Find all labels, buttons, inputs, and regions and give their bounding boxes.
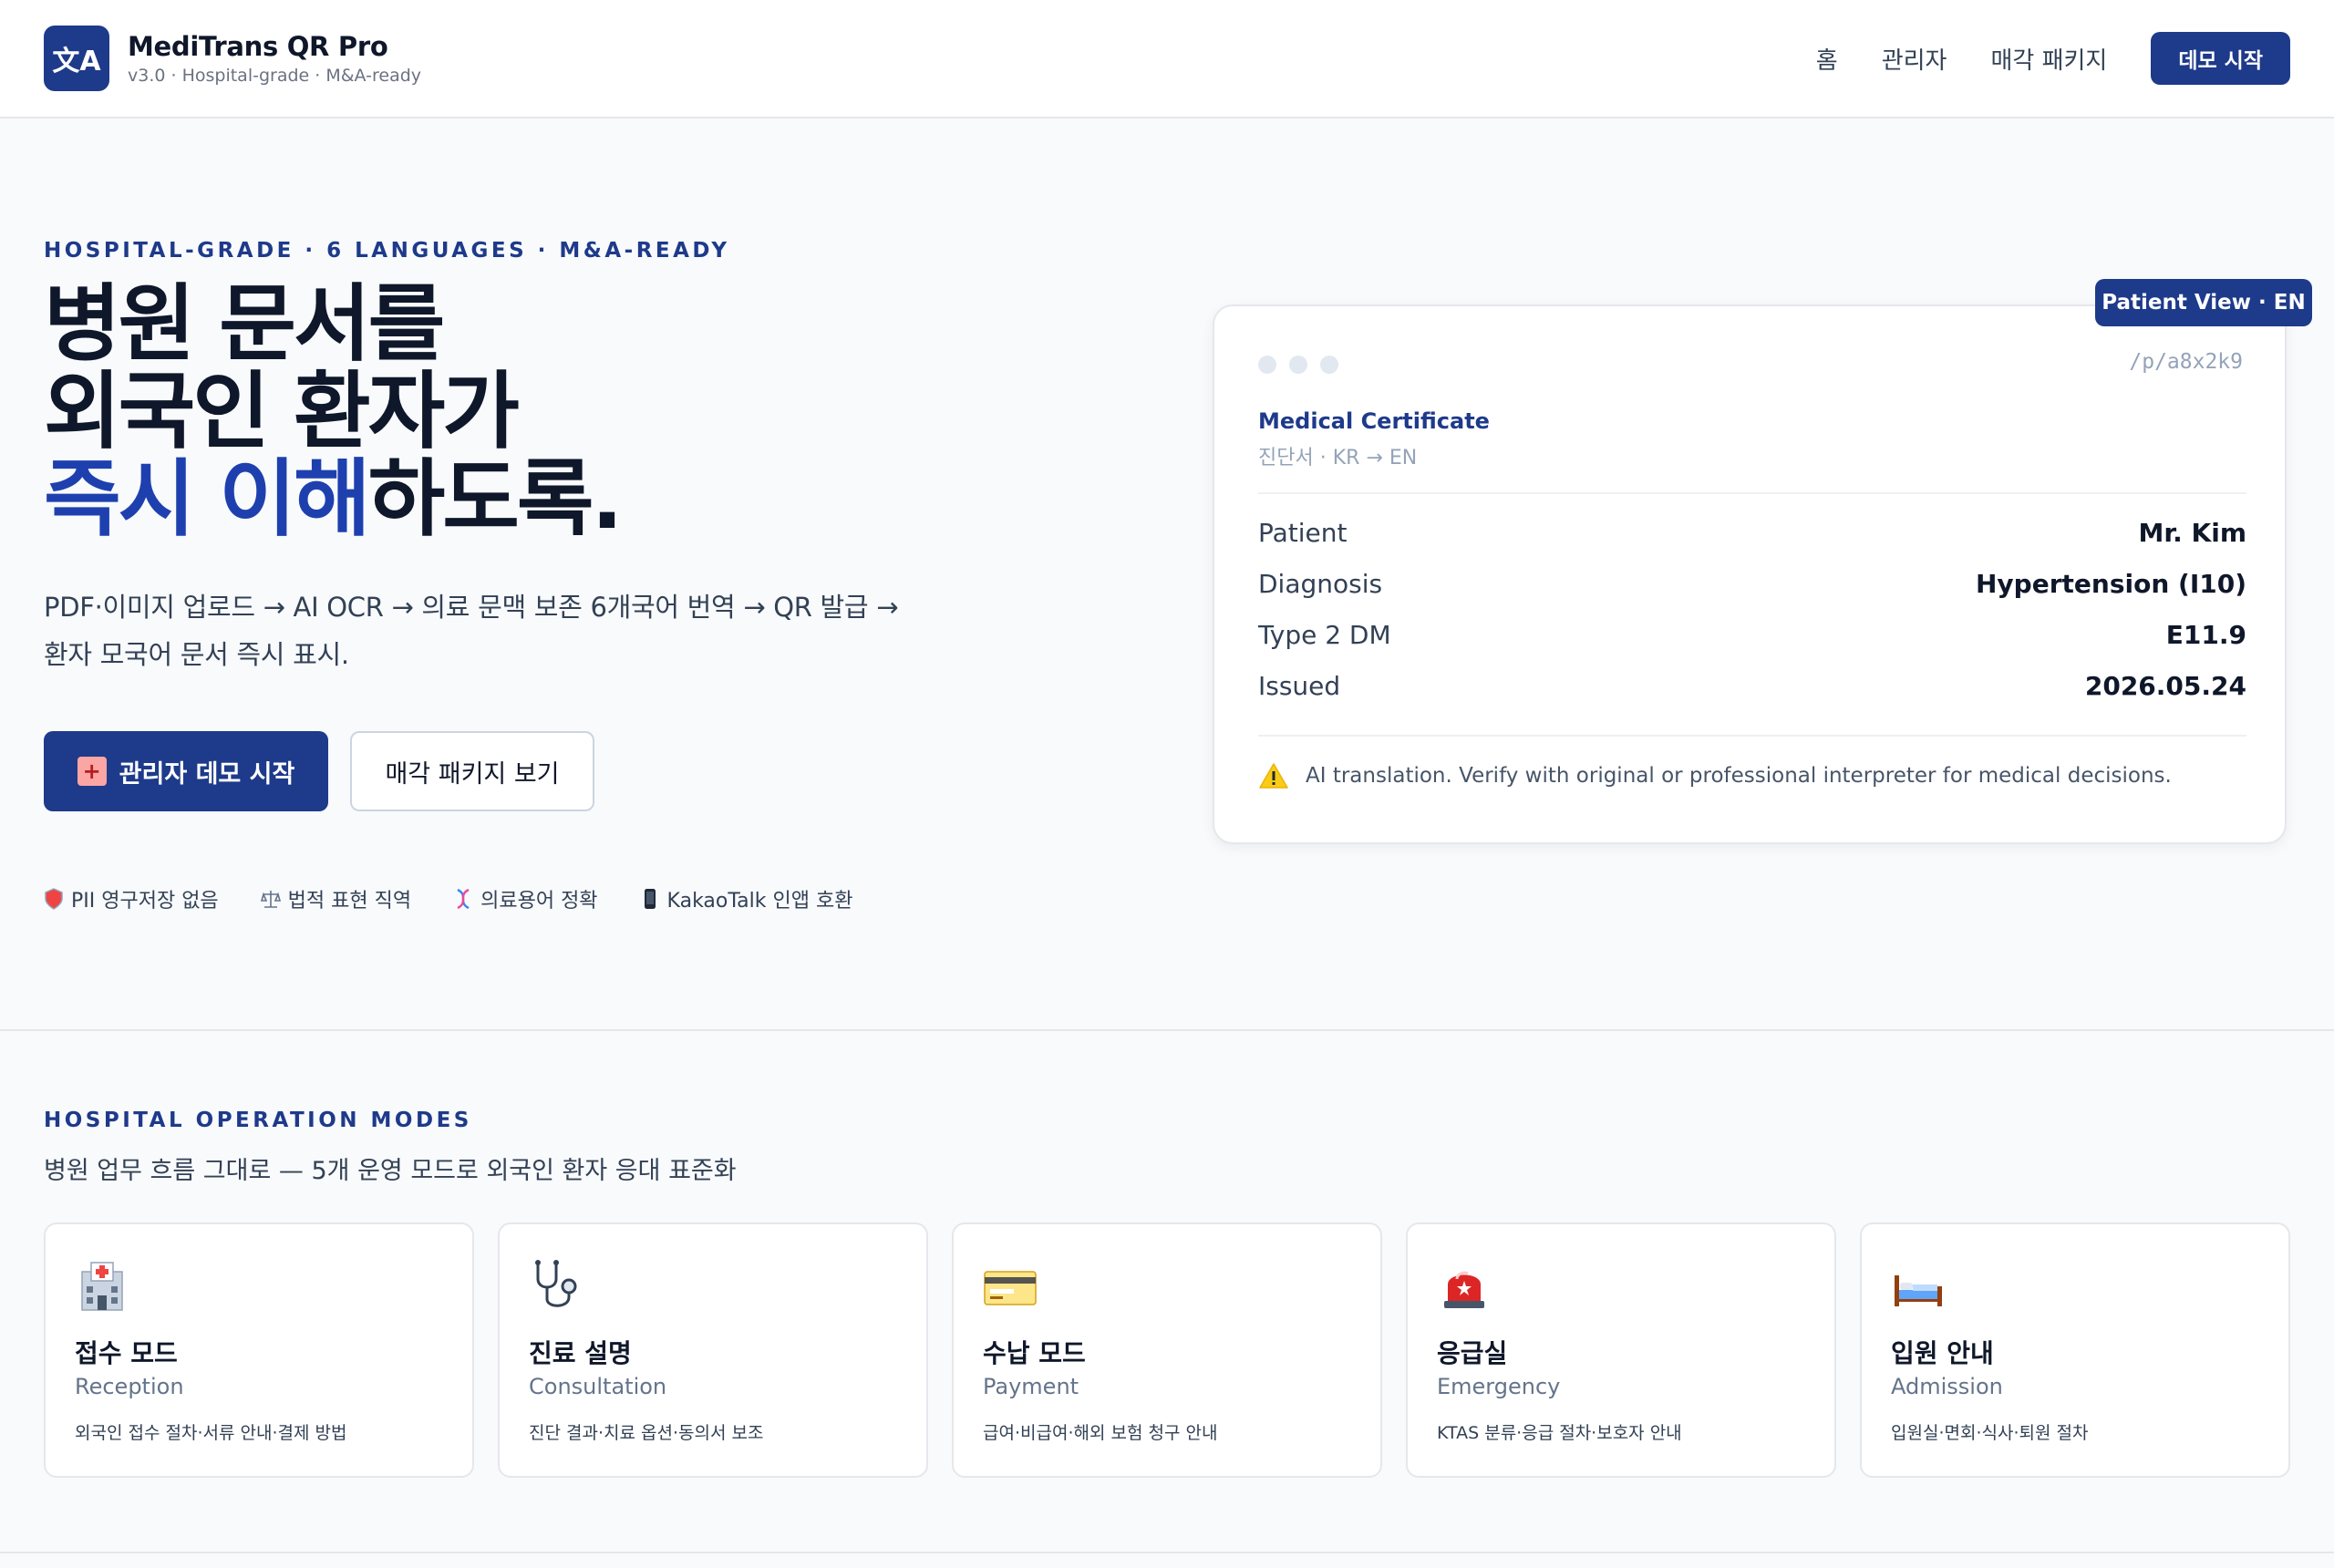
- mode-card-consultation[interactable]: 진료 설명 Consultation 진단 결과·치료 옵션·동의서 보조: [498, 1222, 928, 1478]
- shield-icon: [45, 888, 63, 910]
- hero-description: PDF·이미지 업로드 → AI OCR → 의료 문맥 보존 6개국어 번역 …: [44, 592, 899, 670]
- hospital-icon: +: [77, 757, 107, 786]
- mode-title-en: Admission: [1891, 1374, 2003, 1399]
- mode-title-ko: 응급실: [1437, 1338, 1508, 1368]
- field-row-type2dm: Type 2 DM E11.9: [1258, 616, 2246, 653]
- field-key: Issued: [1258, 670, 1341, 701]
- patient-view-language-tag: Patient View · EN: [2095, 279, 2312, 326]
- badge-label: 법적 표현 직역: [287, 890, 412, 913]
- mode-description: 급여·비급여·해외 보험 청구 안내: [983, 1423, 1218, 1443]
- window-dot: [1320, 356, 1338, 374]
- modes-description: 병원 업무 흐름 그대로 — 5개 운영 모드로 외국인 환자 응대 표준화: [44, 1157, 737, 1185]
- warning-icon: [1259, 763, 1288, 789]
- patient-url: /p/a8x2k9: [2129, 350, 2243, 374]
- field-key: Patient: [1258, 517, 1348, 548]
- dna-icon: [457, 888, 470, 910]
- section-divider: [0, 1029, 2334, 1031]
- hospital-icon: [81, 1262, 123, 1311]
- brand-name[interactable]: MediTrans QR Pro: [128, 31, 388, 62]
- mode-card-emergency[interactable]: 응급실 Emergency KTAS 분류·응급 절차·보호자 안내: [1406, 1222, 1836, 1478]
- mode-title-ko: 진료 설명: [529, 1338, 632, 1368]
- translate-logo-icon[interactable]: 文A: [44, 26, 109, 91]
- field-row-diagnosis: Diagnosis Hypertension (I10): [1258, 565, 2246, 602]
- nav-admin[interactable]: 관리자: [1882, 42, 1947, 76]
- mode-title-en: Reception: [75, 1374, 184, 1399]
- badge-label: KakaoTalk 인앱 호환: [666, 890, 853, 913]
- stethoscope-icon: [535, 1260, 577, 1307]
- field-key: Diagnosis: [1258, 568, 1383, 599]
- badge-label: PII 영구저장 없음: [71, 890, 219, 913]
- field-value: E11.9: [2165, 619, 2246, 650]
- phone-icon: [644, 889, 656, 909]
- bed-icon: [1895, 1275, 1942, 1306]
- mode-description: 진단 결과·치료 옵션·동의서 보조: [529, 1423, 764, 1443]
- feature-badges: PII 영구저장 없음 법적 표현 직역 의료용어 정확 KakaoTalk 인…: [44, 884, 852, 913]
- mode-card-admission[interactable]: 입원 안내 Admission 입원실·면회·식사·퇴원 절차: [1860, 1222, 2290, 1478]
- field-value: Mr. Kim: [2138, 517, 2246, 548]
- nav-home[interactable]: 홈: [1816, 42, 1838, 76]
- document-subtitle: 진단서 · KR → EN: [1258, 447, 1418, 469]
- siren-icon: [1444, 1271, 1484, 1308]
- badge-medical-terms: 의료용어 정확: [453, 884, 598, 913]
- brand-subtitle: v3.0 · Hospital-grade · M&A-ready: [128, 66, 422, 86]
- mode-description: 외국인 접수 절차·서류 안내·결제 방법: [75, 1423, 347, 1443]
- mode-title-ko: 접수 모드: [75, 1338, 178, 1368]
- top-header: 文A MediTrans QR Pro v3.0 · Hospital-grad…: [0, 0, 2334, 119]
- ai-translation-warning: AI translation. Verify with original or …: [1258, 762, 2172, 789]
- mode-title-en: Payment: [983, 1374, 1079, 1399]
- hero-title-line-2: 외국인 환자가: [44, 363, 520, 460]
- hero-eyebrow: HOSPITAL-GRADE · 6 LANGUAGES · M&A-READY: [44, 239, 730, 263]
- patient-view-preview-card: /p/a8x2k9 Medical Certificate 진단서 · KR →…: [1213, 304, 2287, 844]
- hero-title-line-1: 병원 문서를: [44, 275, 445, 373]
- section-divider: [0, 1552, 2334, 1553]
- divider: [1258, 492, 2246, 494]
- field-row-issued: Issued 2026.05.24: [1258, 667, 2246, 704]
- hero-title-line-3: 즉시 이해하도록.: [44, 456, 623, 543]
- mode-card-payment[interactable]: 수납 모드 Payment 급여·비급여·해외 보험 청구 안내: [952, 1222, 1382, 1478]
- view-sale-package-button[interactable]: 매각 패키지 보기: [350, 731, 594, 811]
- admin-demo-button[interactable]: + 관리자 데모 시작: [44, 731, 328, 811]
- start-demo-button[interactable]: 데모 시작: [2151, 32, 2290, 85]
- field-value: Hypertension (I10): [1976, 568, 2246, 599]
- hero-title: 병원 문서를 외국인 환자가 즉시 이해하도록.: [44, 275, 623, 543]
- window-dot: [1258, 356, 1276, 374]
- mode-title-en: Emergency: [1437, 1374, 1561, 1399]
- window-dot: [1289, 356, 1307, 374]
- mode-card-reception[interactable]: 접수 모드 Reception 외국인 접수 절차·서류 안내·결제 방법: [44, 1222, 474, 1478]
- divider: [1258, 735, 2246, 737]
- warning-text: AI translation. Verify with original or …: [1306, 764, 2172, 788]
- badge-label: 의료용어 정확: [480, 890, 598, 913]
- field-value: 2026.05.24: [2084, 670, 2246, 701]
- badge-legal: 법적 표현 직역: [260, 884, 412, 913]
- mode-description: 입원실·면회·식사·퇴원 절차: [1891, 1423, 2089, 1443]
- nav-sale-package[interactable]: 매각 패키지: [1990, 42, 2107, 76]
- main-nav: 홈 관리자 매각 패키지 데모 시작: [1816, 31, 2290, 86]
- hero-title-accent: 즉시 이해: [44, 450, 371, 548]
- field-key: Type 2 DM: [1258, 619, 1391, 650]
- badge-kakaotalk: KakaoTalk 인앱 호환: [640, 884, 853, 913]
- mode-title-en: Consultation: [529, 1374, 667, 1399]
- hero-title-rest: 하도록.: [367, 450, 624, 548]
- modes-eyebrow: HOSPITAL OPERATION MODES: [44, 1109, 472, 1132]
- window-dots: [1258, 356, 1338, 374]
- document-title: Medical Certificate: [1258, 408, 1490, 434]
- scales-icon: [260, 891, 281, 908]
- mode-description: KTAS 분류·응급 절차·보호자 안내: [1437, 1423, 1682, 1443]
- mode-title-ko: 수납 모드: [983, 1338, 1086, 1368]
- field-row-patient: Patient Mr. Kim: [1258, 514, 2246, 551]
- admin-demo-label: 관리자 데모 시작: [119, 759, 295, 789]
- mode-title-ko: 입원 안내: [1891, 1338, 1994, 1368]
- credit-card-icon: [984, 1271, 1037, 1305]
- badge-no-pii: PII 영구저장 없음: [44, 884, 219, 913]
